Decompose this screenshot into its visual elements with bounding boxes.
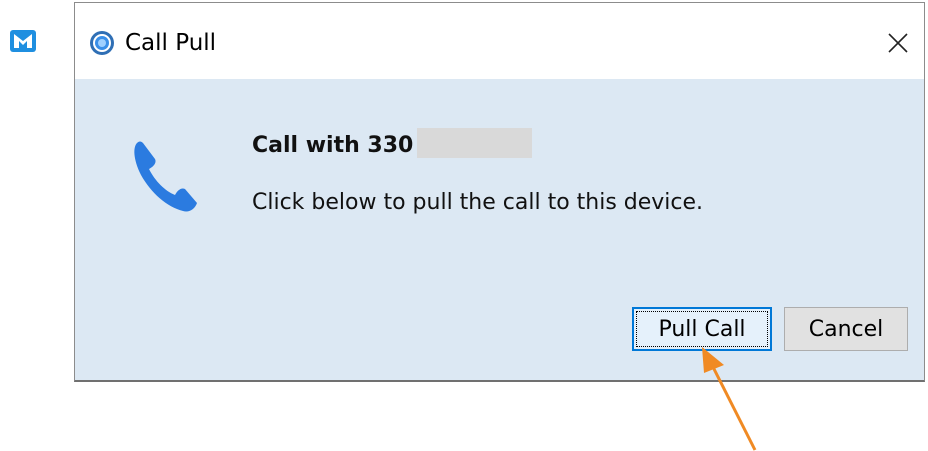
close-icon xyxy=(888,33,908,53)
redacted-number xyxy=(417,128,533,158)
cancel-label: Cancel xyxy=(808,316,884,342)
dialog-content: Call with 330 Click below to pull the ca… xyxy=(75,79,924,380)
app-circle-icon xyxy=(89,30,115,56)
call-heading-text: Call with 330 xyxy=(252,133,414,158)
pull-call-label: Pull Call xyxy=(658,316,746,342)
call-message: Click below to pull the call to this dev… xyxy=(252,190,704,215)
call-pull-dialog: Call Pull Call with 330 Click below to p… xyxy=(74,2,925,382)
call-heading: Call with 330 xyxy=(252,128,533,160)
close-button[interactable] xyxy=(872,21,924,65)
phone-icon xyxy=(131,137,201,215)
cancel-button[interactable]: Cancel xyxy=(784,307,908,351)
app-logo-icon[interactable] xyxy=(10,30,36,52)
arrow-icon xyxy=(680,345,770,451)
dialog-title: Call Pull xyxy=(125,30,217,56)
page: Call Pull Call with 330 Click below to p… xyxy=(0,0,928,451)
dialog-titlebar: Call Pull xyxy=(75,3,924,79)
